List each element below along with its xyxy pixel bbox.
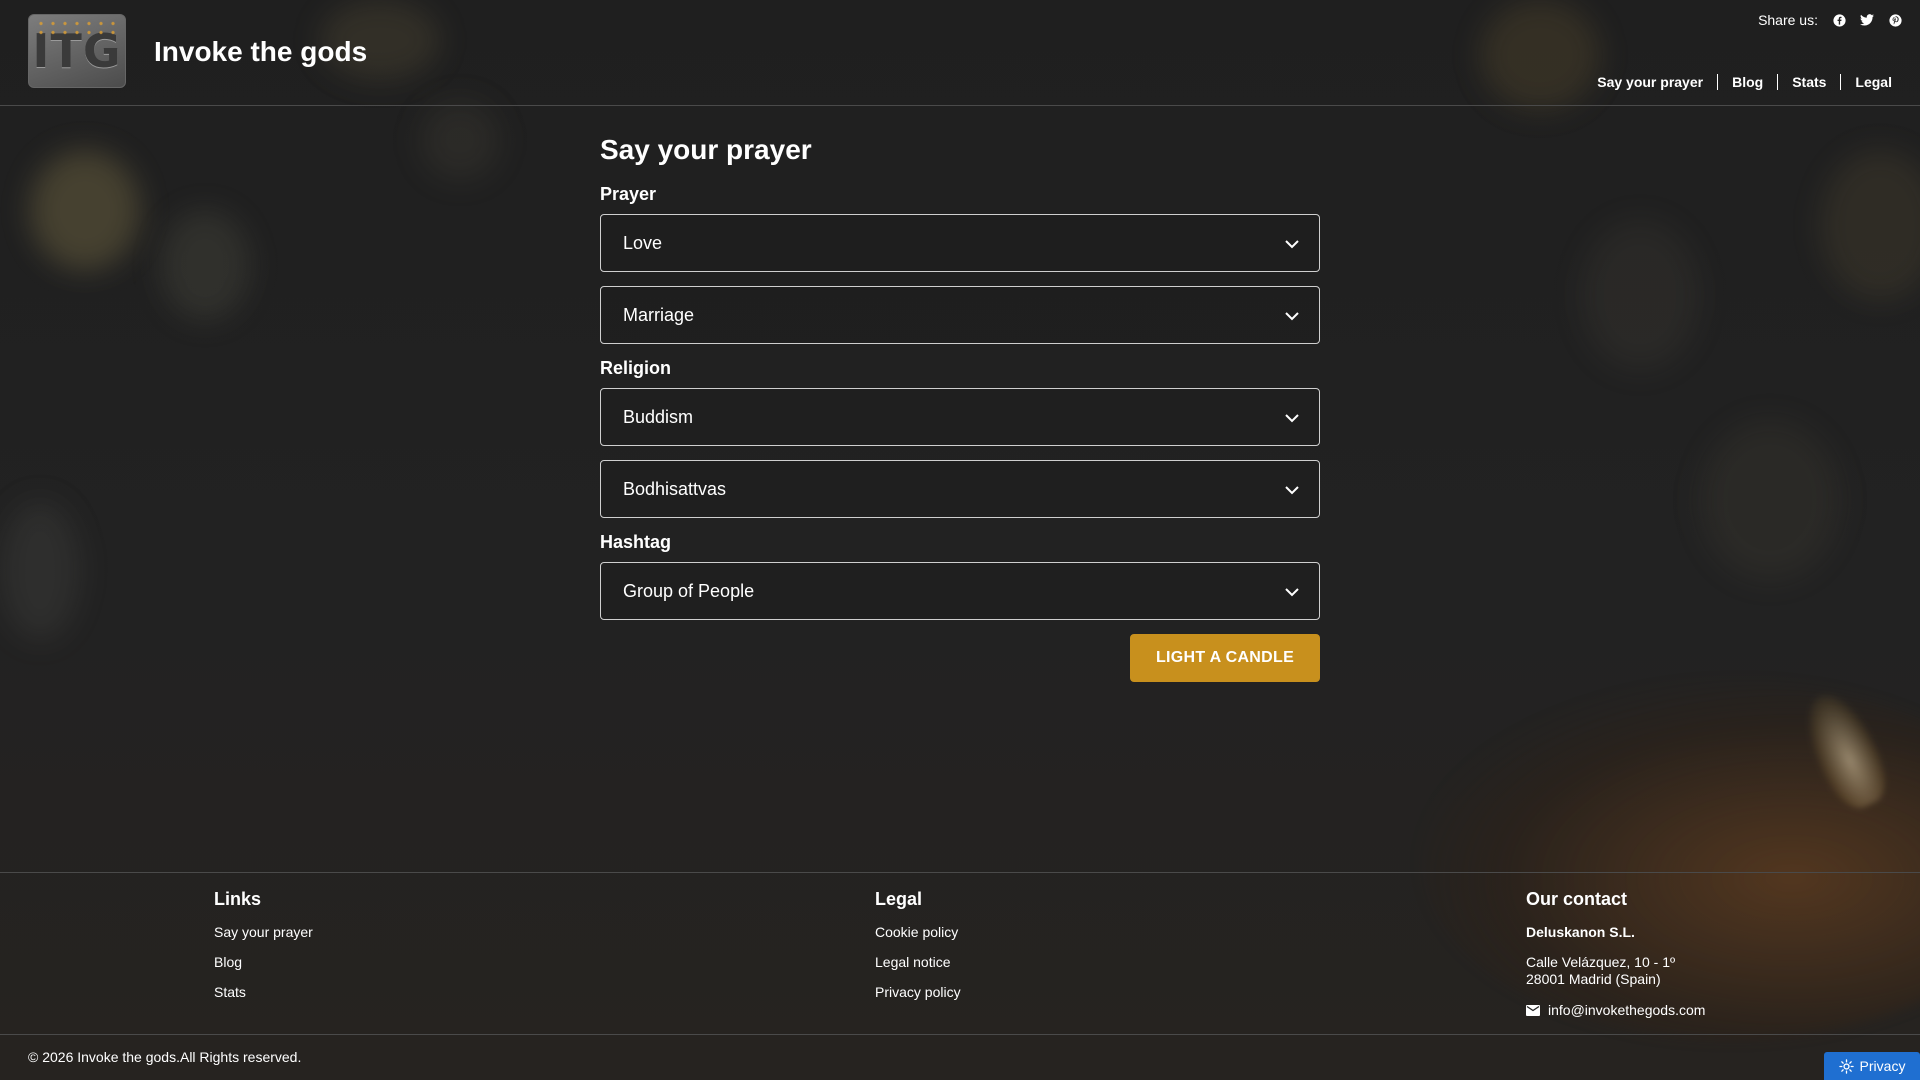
address-line-2: 28001 Madrid (Spain) xyxy=(1526,971,1661,987)
site-header: ITG Invoke the gods Share us: Say your p… xyxy=(0,0,1920,106)
contact-email[interactable]: info@invokethegods.com xyxy=(1526,1002,1705,1018)
nav-legal[interactable]: Legal xyxy=(1840,74,1892,90)
light-candle-button[interactable]: LIGHT A CANDLE xyxy=(1130,634,1320,682)
prayer-subtype-value: Marriage xyxy=(623,304,695,325)
footer-link-privacy-policy[interactable]: Privacy policy xyxy=(875,984,961,1000)
footer-contact: Our contact Deluskanon S.L. Calle Velázq… xyxy=(1526,889,1705,1018)
share-label: Share us: xyxy=(1758,12,1818,28)
chevron-down-icon xyxy=(1285,312,1299,321)
privacy-settings-button[interactable]: Privacy xyxy=(1824,1052,1920,1080)
company-name: Deluskanon S.L. xyxy=(1526,924,1635,940)
contact-email-text: info@invokethegods.com xyxy=(1548,1002,1706,1018)
religion-label: Religion xyxy=(600,358,671,378)
site-title[interactable]: Invoke the gods xyxy=(154,36,367,68)
gear-icon xyxy=(1838,1058,1854,1074)
nav-blog[interactable]: Blog xyxy=(1717,74,1777,90)
site-logo[interactable]: ITG xyxy=(28,14,126,88)
hashtag-label: Hashtag xyxy=(600,532,672,552)
footer-link-say-your-prayer[interactable]: Say your prayer xyxy=(214,924,313,940)
copyright-text: © 2026 Invoke the gods.All Rights reserv… xyxy=(28,1049,302,1065)
page-title: Say your prayer xyxy=(600,134,812,165)
share-bar: Share us: xyxy=(1758,12,1902,28)
chevron-down-icon xyxy=(1285,240,1299,249)
footer-contact-title: Our contact xyxy=(1526,889,1628,909)
site-footer: Links Say your prayer Blog Stats Legal C… xyxy=(0,872,1920,1034)
footer-links: Links Say your prayer Blog Stats xyxy=(214,889,313,1014)
prayer-form: Say your prayer Prayer Love Marriage Rel… xyxy=(600,134,1320,682)
deity-select[interactable]: Bodhisattvas xyxy=(600,460,1320,518)
chevron-down-icon xyxy=(1285,486,1299,495)
hashtag-select-value: Group of People xyxy=(623,580,755,601)
footer-legal-title: Legal xyxy=(875,889,923,909)
address-line-1: Calle Velázquez, 10 - 1º xyxy=(1526,954,1676,970)
facebook-icon[interactable] xyxy=(1832,13,1846,27)
company-address: Calle Velázquez, 10 - 1º 28001 Madrid (S… xyxy=(1526,954,1705,988)
bottom-bar: © 2026 Invoke the gods.All Rights reserv… xyxy=(0,1034,1920,1080)
religion-select-value: Buddism xyxy=(623,406,694,427)
prayer-select-value: Love xyxy=(623,232,663,253)
hashtag-select[interactable]: Group of People xyxy=(600,562,1320,620)
footer-legal: Legal Cookie policy Legal notice Privacy… xyxy=(875,889,961,1014)
nav-say-your-prayer[interactable]: Say your prayer xyxy=(1583,74,1717,90)
footer-link-legal-notice[interactable]: Legal notice xyxy=(875,954,961,970)
mail-icon xyxy=(1526,1004,1540,1016)
privacy-label: Privacy xyxy=(1859,1058,1906,1074)
footer-link-stats[interactable]: Stats xyxy=(214,984,313,1000)
prayer-label: Prayer xyxy=(600,184,657,204)
prayer-select[interactable]: Love xyxy=(600,214,1320,272)
pinterest-icon[interactable] xyxy=(1888,13,1902,27)
nav-stats[interactable]: Stats xyxy=(1777,74,1840,90)
religion-select[interactable]: Buddism xyxy=(600,388,1320,446)
footer-link-cookie-policy[interactable]: Cookie policy xyxy=(875,924,961,940)
footer-link-blog[interactable]: Blog xyxy=(214,954,313,970)
twitter-icon[interactable] xyxy=(1860,13,1874,27)
footer-links-title: Links xyxy=(214,889,262,909)
prayer-subtype-select[interactable]: Marriage xyxy=(600,286,1320,344)
chevron-down-icon xyxy=(1285,588,1299,597)
deity-select-value: Bodhisattvas xyxy=(623,478,727,499)
top-nav: Say your prayer Blog Stats Legal xyxy=(1583,74,1892,90)
chevron-down-icon xyxy=(1285,414,1299,423)
